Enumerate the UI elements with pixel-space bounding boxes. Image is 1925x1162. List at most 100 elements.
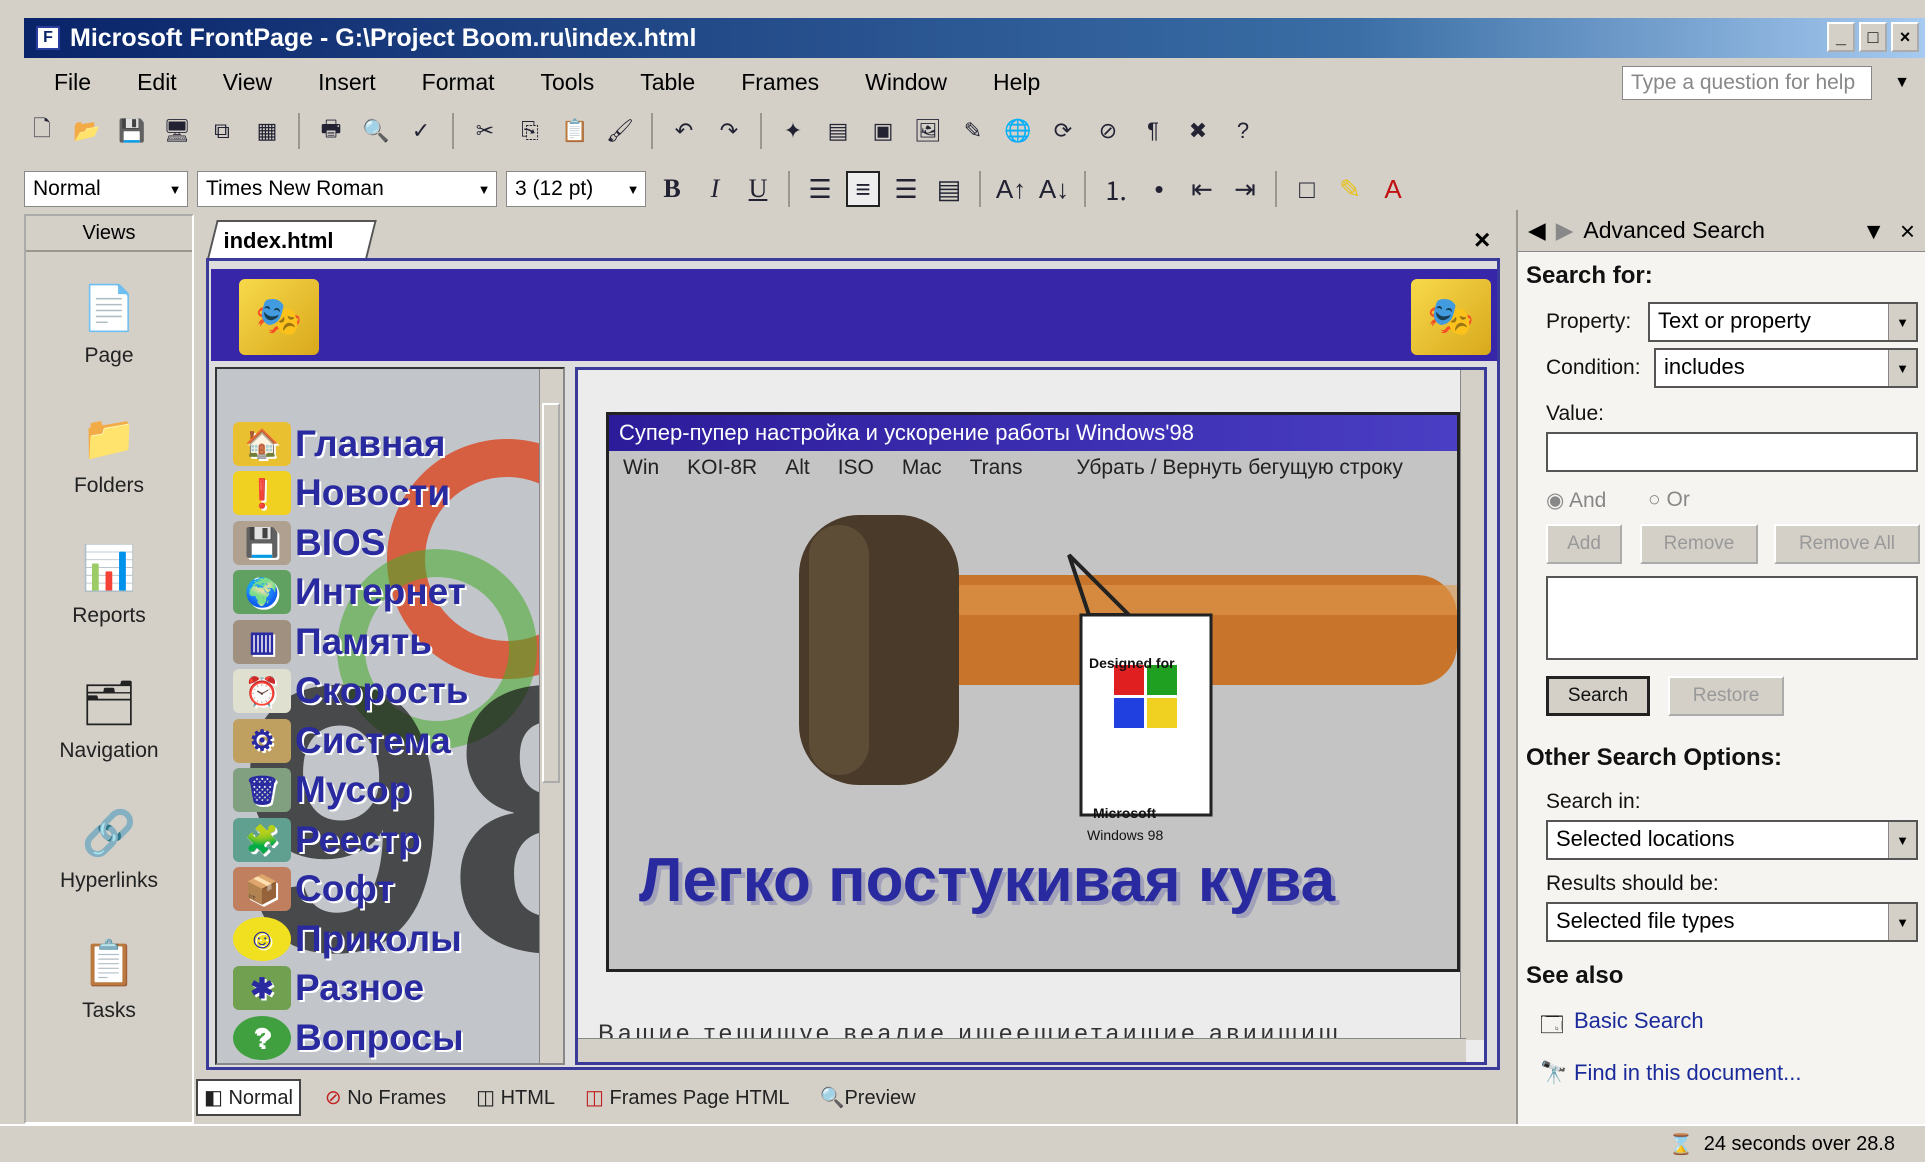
save-icon[interactable]: 💾	[114, 113, 150, 149]
results-select[interactable]: Selected file types ▼	[1546, 902, 1918, 942]
menu-table[interactable]: Table	[640, 69, 695, 96]
file-search-icon[interactable]: ⧉	[204, 113, 240, 149]
encoding-alt-link[interactable]: Alt	[785, 456, 810, 480]
help-search-input[interactable]: Type a question for help	[1622, 66, 1872, 100]
and-radio[interactable]: ◉ And	[1546, 488, 1606, 513]
cut-icon[interactable]: ✂	[467, 113, 503, 149]
left-nav-frame[interactable]: 98 🏠Главная ❗Новости 💾BIOS 🌍Интернет ▥Па…	[215, 367, 565, 1065]
insert-table-icon[interactable]: ▤	[820, 113, 856, 149]
hyperlink-icon[interactable]: 🌐	[1000, 113, 1036, 149]
align-right-icon[interactable]: ☰	[889, 171, 923, 207]
document-tab[interactable]: index.html	[207, 220, 377, 258]
print-icon[interactable]: 🖶	[313, 113, 349, 149]
tab-html[interactable]: ◫ HTML	[470, 1081, 561, 1114]
style-select[interactable]: Normal ▼	[24, 171, 188, 207]
underline-button[interactable]: U	[741, 171, 775, 207]
content-vertical-scrollbar[interactable]	[1460, 370, 1484, 1040]
decrease-font-icon[interactable]: A↓	[1037, 171, 1071, 207]
nav-link-home[interactable]: 🏠 Главная	[233, 419, 533, 469]
nav-link-software[interactable]: 📦 Софт	[233, 865, 533, 915]
view-page[interactable]: 📄 Page	[26, 276, 192, 368]
close-document-icon[interactable]: ×	[1474, 224, 1490, 256]
nav-link-bios[interactable]: 💾 BIOS	[233, 518, 533, 568]
increase-font-icon[interactable]: A↑	[994, 171, 1028, 207]
property-select[interactable]: Text or property ▼	[1648, 302, 1918, 342]
insert-picture-icon[interactable]: 🖼	[910, 113, 946, 149]
toggle-pane-icon[interactable]: ▦	[249, 113, 285, 149]
left-frame-scrollbar[interactable]	[539, 369, 563, 1063]
bullet-list-icon[interactable]: •	[1142, 171, 1176, 207]
view-tasks[interactable]: 📋 Tasks	[26, 931, 192, 1023]
encoding-trans-link[interactable]: Trans	[970, 456, 1023, 480]
search-in-select[interactable]: Selected locations ▼	[1546, 820, 1918, 860]
menu-frames[interactable]: Frames	[741, 69, 819, 96]
new-page-icon[interactable]: 🗋	[24, 113, 60, 149]
spelling-icon[interactable]: ✓	[403, 113, 439, 149]
web-component-icon[interactable]: ✦	[775, 113, 811, 149]
chevron-down-icon[interactable]: ▼	[1888, 304, 1916, 340]
title-bar[interactable]: F Microsoft FrontPage - G:\Project Boom.…	[24, 18, 1925, 58]
nav-link-trash[interactable]: 🗑 Мусор	[233, 766, 533, 816]
menu-insert[interactable]: Insert	[318, 69, 376, 96]
paste-icon[interactable]: 📋	[557, 113, 593, 149]
scroll-thumb[interactable]	[542, 403, 560, 783]
remove-button[interactable]: Remove	[1640, 524, 1758, 564]
refresh-icon[interactable]: ⟳	[1045, 113, 1081, 149]
numbered-list-icon[interactable]: ⒈	[1099, 171, 1133, 207]
font-color-button[interactable]: A	[1376, 171, 1410, 207]
nav-link-memory[interactable]: ▥ Память	[233, 617, 533, 667]
align-center-icon[interactable]: ≡	[846, 171, 880, 207]
download-time-status[interactable]: 24 seconds over 28.8	[1704, 1133, 1895, 1156]
tab-no-frames[interactable]: ⊘ No Frames	[319, 1081, 452, 1114]
nav-link-registry[interactable]: 🧩 Реестр	[233, 815, 533, 865]
format-painter-icon[interactable]: 🖌	[602, 113, 638, 149]
chevron-down-icon[interactable]: ▼	[474, 174, 494, 204]
justify-icon[interactable]: ▤	[932, 171, 966, 207]
page-editor[interactable]: 🎭 🎭 98 🏠Главная ❗Новости 💾BIOS 🌍Интернет…	[206, 258, 1500, 1070]
show-all-icon[interactable]: ¶	[1135, 113, 1171, 149]
criteria-list[interactable]	[1546, 576, 1918, 660]
undo-icon[interactable]: ↶	[666, 113, 702, 149]
insert-layer-icon[interactable]: ▣	[865, 113, 901, 149]
view-folders[interactable]: 📁 Folders	[26, 406, 192, 498]
tab-preview[interactable]: 🔍Preview	[814, 1081, 922, 1114]
nav-link-speed[interactable]: ⏰ Скорость	[233, 667, 533, 717]
open-icon[interactable]: 📂	[69, 113, 105, 149]
view-hyperlinks[interactable]: 🔗 Hyperlinks	[26, 801, 192, 893]
tab-frames-page-html[interactable]: ◫ Frames Page HTML	[579, 1081, 796, 1114]
view-reports[interactable]: 📊 Reports	[26, 536, 192, 628]
publish-icon[interactable]: 🖥	[159, 113, 195, 149]
basic-search-link[interactable]: Basic Search	[1574, 1008, 1704, 1034]
toggle-marquee-link[interactable]: Убрать / Вернуть бегущую строку	[1076, 456, 1402, 480]
search-button[interactable]: Search	[1546, 676, 1650, 716]
preview-icon[interactable]: 🔍	[358, 113, 394, 149]
copy-icon[interactable]: ⎘	[512, 113, 548, 149]
drawing-icon[interactable]: ✎	[955, 113, 991, 149]
view-navigation[interactable]: 🗂 Navigation	[26, 671, 192, 763]
chevron-down-icon[interactable]: ▼	[165, 174, 185, 204]
help-dropdown-icon[interactable]: ▼	[1890, 66, 1914, 100]
minimize-button[interactable]: _	[1827, 22, 1855, 52]
nav-link-internet[interactable]: 🌍 Интернет	[233, 568, 533, 618]
find-in-document-link[interactable]: Find in this document...	[1574, 1060, 1801, 1086]
encoding-mac-link[interactable]: Mac	[902, 456, 942, 480]
encoding-koi8r-link[interactable]: KOI-8R	[687, 456, 757, 480]
encoding-win-link[interactable]: Win	[623, 456, 659, 480]
chevron-down-icon[interactable]: ▼	[1862, 218, 1885, 245]
condition-select[interactable]: includes ▼	[1654, 348, 1918, 388]
main-content-frame[interactable]: Супер-пупер настройка и ускорение работы…	[575, 367, 1487, 1065]
menu-view[interactable]: View	[223, 69, 272, 96]
content-horizontal-scrollbar[interactable]	[578, 1038, 1466, 1062]
menu-help[interactable]: Help	[993, 69, 1040, 96]
restore-button[interactable]: Restore	[1668, 676, 1784, 716]
menu-edit[interactable]: Edit	[137, 69, 177, 96]
value-input[interactable]	[1546, 432, 1918, 472]
chevron-down-icon[interactable]: ▼	[623, 174, 643, 204]
back-arrow-icon[interactable]: ◀	[1528, 217, 1546, 244]
menu-file[interactable]: File	[54, 69, 91, 96]
help-icon[interactable]: ?	[1225, 113, 1261, 149]
nav-link-misc[interactable]: ✱ Разное	[233, 964, 533, 1014]
web-search-icon[interactable]: ✖	[1180, 113, 1216, 149]
increase-indent-icon[interactable]: ⇥	[1228, 171, 1262, 207]
close-button[interactable]: ×	[1891, 22, 1919, 52]
